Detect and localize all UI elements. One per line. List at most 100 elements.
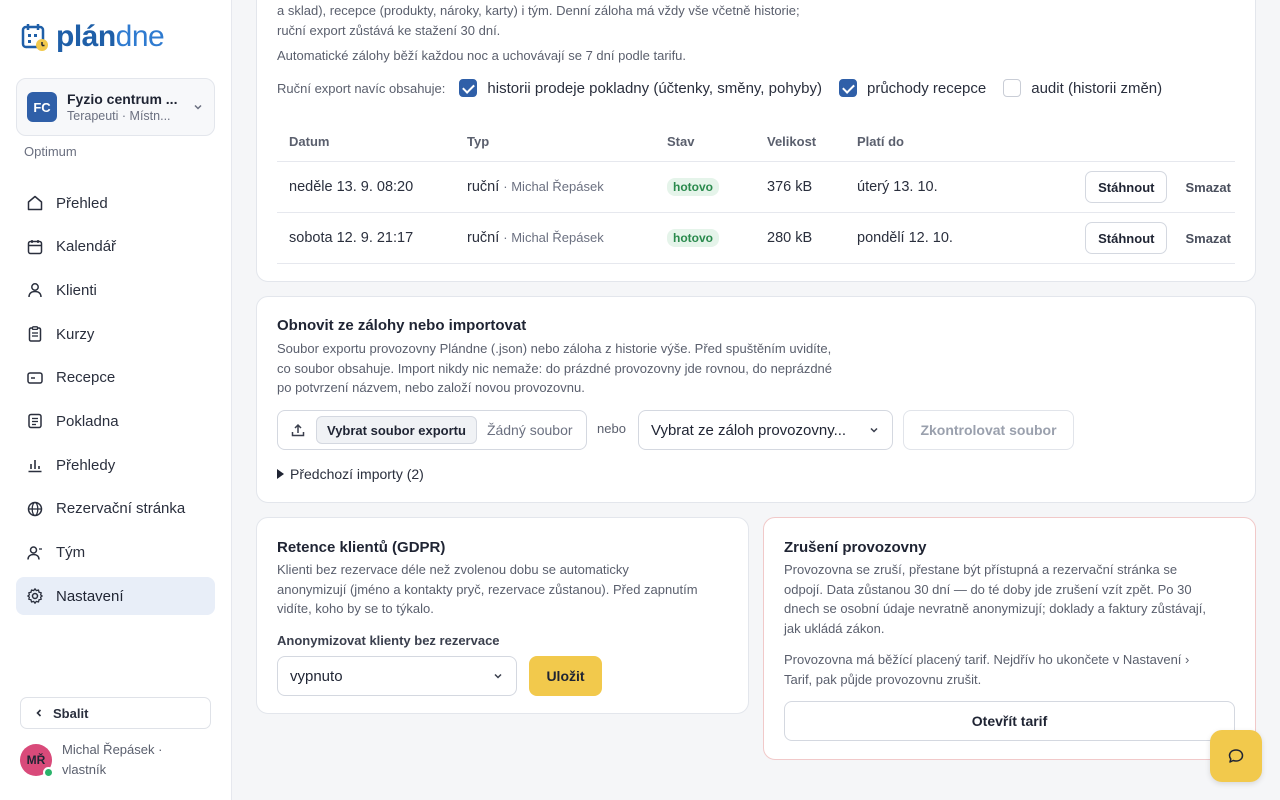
gdpr-desc-line: anonymizují (jméno a kontakty pryč, reze… [277,581,698,597]
backup-desc-line: ruční export zůstává ke stažení 30 dní. [277,22,501,38]
option-label: průchody recepce [867,79,987,97]
choose-file-button[interactable]: Vybrat soubor exportu [316,416,477,444]
nav-item-nastaveni[interactable]: Nastavení [16,577,215,616]
home-icon [27,195,43,211]
table-row: neděle 13. 9. 08:20 ruční · Michal Řepás… [277,162,1235,213]
download-button[interactable]: Stáhnout [1085,222,1168,254]
nav-label: Přehledy [56,456,116,474]
retention-select-value: vypnuto [290,667,343,685]
upload-icon [291,423,305,437]
download-button[interactable]: Stáhnout [1085,171,1168,203]
column-header: Platí do [857,133,904,149]
export-options-label: Ruční export navíc obsahuje: [277,80,446,96]
bar-chart-icon [28,460,42,473]
type-value: ruční [467,179,500,195]
checkbox-checked[interactable] [839,79,857,97]
column-header: Typ [467,133,490,149]
backup-select[interactable]: Vybrat ze záloh provozovny... [638,410,893,450]
restore-desc-line: po potvrzení názvem, nebo založí novou p… [277,380,585,395]
option-audit[interactable]: audit (historii změn) [1003,79,1162,97]
user-name: Michal Řepásek · vlastník [62,742,163,777]
chat-bubble-icon [1228,749,1244,763]
gear-icon [27,588,43,605]
nav-label: Nastavení [56,587,124,605]
open-tariff-button[interactable]: Otevřít tarif [784,701,1235,741]
user-profile[interactable]: MŘ Michal Řepásek · vlastník [20,740,182,780]
option-label: historii prodeje pokladny (účtenky, směn… [487,79,822,97]
option-sales-history[interactable]: historii prodeje pokladny (účtenky, směn… [459,79,822,97]
receipt-icon [28,414,42,429]
online-status-dot [43,767,54,778]
nav-item-prehledy[interactable]: Přehledy [16,446,215,484]
nav-label: Přehled [56,194,108,212]
checkbox-unchecked[interactable] [1003,79,1022,97]
status-badge: hotovo [667,229,719,247]
collapse-sidebar-button[interactable]: Sbalit [20,697,211,729]
cell-valid-until: pondělí 12. 10. [857,230,953,246]
table-header: Datum Typ Stav Velikost Platí do [277,121,1235,162]
retention-select[interactable]: vypnuto [277,656,517,696]
nav-item-rezervacni-stranka[interactable]: Rezervační stránka [16,490,215,528]
team-icon [27,545,42,560]
calendar-logo-icon [21,24,48,51]
file-picker[interactable]: Vybrat soubor exportu Žádný soubor [277,410,587,450]
backup-card: a sklad), recepce (produkty, nároky, kar… [256,0,1256,282]
cancel-note: Provozovna má běžící placený tarif. Nejd… [784,650,1189,689]
user-icon [28,283,42,298]
sidebar: plándne FC Fyzio centrum ... Terapeuti ·… [0,0,232,800]
save-button[interactable]: Uložit [529,656,602,696]
cancel-desc-line: Provozovna se zruší, přestane být přístu… [784,562,1178,577]
cell-status: hotovo [667,229,767,247]
cancel-description: Provozovna se zruší, přestane být přístu… [784,560,1206,638]
org-subtitle: Terapeuti · Místn... [67,109,171,123]
cell-actions: Stáhnout Smazat [1061,171,1231,203]
gdpr-desc-line: Klienti bez rezervace déle než zvolenou … [277,562,629,577]
nav-item-pokladna[interactable]: Pokladna [16,402,215,440]
backup-description: a sklad), recepce (produkty, nároky, kar… [277,1,857,40]
cell-valid-until: úterý 13. 10. [857,179,938,195]
org-switcher[interactable]: FC Fyzio centrum ... Terapeuti · Místn..… [16,78,215,136]
option-reception-entries[interactable]: průchody recepce [839,79,986,97]
delete-link[interactable]: Smazat [1185,231,1231,246]
nav-item-recepce[interactable]: Recepce [16,359,215,397]
option-label: audit (historii změn) [1031,79,1163,97]
gdpr-title: Retence klientů (GDPR) [277,539,446,556]
nav-item-klienti[interactable]: Klienti [16,271,215,309]
logo-bold: plán [56,20,116,53]
retention-field-label: Anonymizovat klienty bez rezervace [277,633,500,648]
nav-item-kalendar[interactable]: Kalendář [16,228,215,266]
gdpr-desc-line: vidíte, koho by se to týkalo. [277,601,434,616]
plan-label: Optimum [24,144,77,159]
check-file-button[interactable]: Zkontrolovat soubor [903,410,1074,450]
nav-label: Kalendář [56,238,117,256]
collapse-label: Sbalit [53,705,89,721]
checkbox-checked[interactable] [459,79,478,97]
chevron-down-icon [194,104,202,110]
nav-item-prehled[interactable]: Přehled [16,184,215,222]
nav-label: Tým [56,544,86,561]
nav-item-tym[interactable]: Tým [16,534,215,572]
globe-icon [27,501,43,517]
previous-imports-toggle[interactable]: Předchozí importy (2) [277,466,424,482]
nav-item-kurzy[interactable]: Kurzy [16,315,215,353]
type-author: · Michal Řepásek [503,230,604,245]
chat-button[interactable] [1210,730,1262,782]
previous-imports-label: Předchozí importy (2) [290,466,424,482]
calendar-icon [27,239,43,254]
gdpr-card: Retence klientů (GDPR) Klienti bez rezer… [256,517,749,714]
status-badge: hotovo [667,178,719,196]
cell-date: neděle 13. 9. 08:20 [289,179,414,195]
card-icon [27,372,43,384]
auto-backup-note: Automatické zálohy běží každou noc a uch… [277,48,687,63]
no-file-label: Žádný soubor [486,422,573,438]
delete-link[interactable]: Smazat [1185,180,1231,195]
gdpr-description: Klienti bez rezervace déle než zvolenou … [277,560,698,619]
cancel-desc-line: jak ukládá zákon. [784,620,885,636]
cell-size: 376 kB [767,179,813,195]
export-options: Ruční export navíc obsahuje: historii pr… [277,79,1179,97]
main-nav: Přehled Kalendář Klienti Kurzy Recepce P… [16,184,215,621]
nav-label: Kurzy [56,325,95,343]
restore-desc-line: co soubor obsahuje. Import nikdy nic nem… [277,360,833,376]
cancel-title: Zrušení provozovny [784,539,927,556]
brand-logo[interactable]: plándne [20,20,165,54]
